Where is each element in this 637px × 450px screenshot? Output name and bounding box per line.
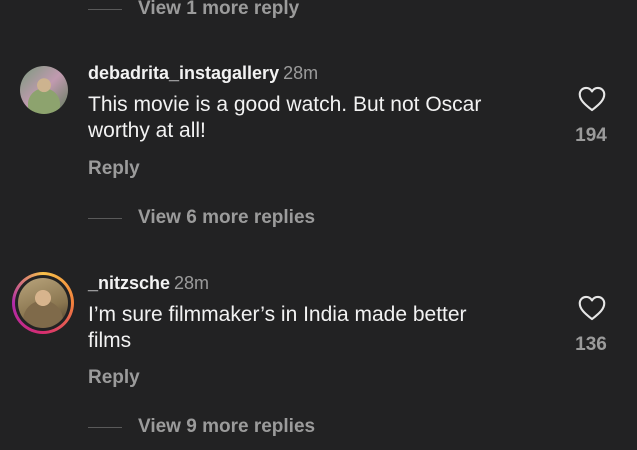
heart-icon[interactable] (578, 295, 606, 321)
comment-text-line: This movie is a good watch. But not Osca… (88, 93, 482, 116)
view-more-replies-button[interactable]: View 9 more replies (88, 415, 315, 439)
username[interactable]: _nitzsche (88, 273, 170, 293)
timestamp: 28m (174, 273, 210, 293)
comment-header: debadrita_instagallery 28m (88, 63, 318, 84)
view-more-replies-button[interactable]: View 1 more reply (88, 0, 299, 21)
divider-line (88, 8, 122, 10)
comment-text-line: films (88, 329, 132, 352)
divider-line (88, 217, 122, 219)
heart-icon[interactable] (578, 86, 606, 112)
avatar[interactable] (20, 66, 68, 114)
comment-text: This movie is a good watch. But not Osca… (88, 92, 481, 144)
divider-line (88, 426, 122, 428)
view-more-replies-button[interactable]: View 6 more replies (88, 206, 315, 230)
comment-text-line: I’m sure filmmaker’s in India made bette… (88, 303, 467, 326)
avatar[interactable] (18, 278, 68, 328)
reply-button[interactable]: Reply (88, 367, 140, 389)
view-more-replies-label: View 1 more reply (138, 0, 300, 19)
view-more-replies-label: View 9 more replies (138, 416, 316, 437)
comment-header: _nitzsche 28m (88, 273, 209, 294)
timestamp: 28m (283, 63, 319, 83)
like-count: 194 (575, 125, 607, 146)
like-count: 136 (575, 334, 607, 355)
reply-button[interactable]: Reply (88, 158, 140, 180)
view-more-replies-label: View 6 more replies (138, 207, 316, 228)
comment-text: I’m sure filmmaker’s in India made bette… (88, 302, 467, 354)
comment-text-line: worthy at all! (88, 119, 206, 142)
username[interactable]: debadrita_instagallery (88, 63, 279, 83)
